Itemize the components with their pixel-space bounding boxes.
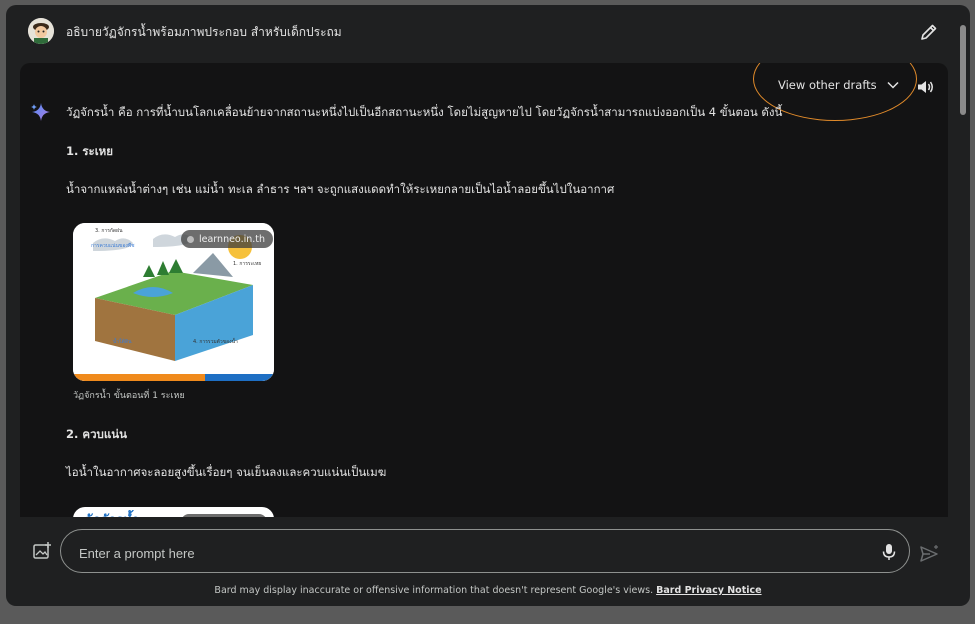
privacy-notice-link[interactable]: Bard Privacy Notice — [656, 585, 761, 596]
step2-text: ไอน้ำในอากาศจะลอยสูงขึ้นเรื่อยๆ จนเย็นลง… — [66, 465, 387, 479]
input-area — [6, 523, 970, 583]
scrollbar[interactable] — [960, 25, 966, 115]
step1-text: น้ำจากแหล่งน้ำต่างๆ เช่น แม่น้ำ ทะเล ลำธ… — [66, 182, 615, 196]
image-label: 1. การระเหย — [233, 261, 261, 267]
bard-window: อธิบายวัฏจักรน้ำพร้อมภาพประกอบ สำหรับเด็… — [6, 5, 970, 606]
speaker-icon[interactable] — [915, 77, 935, 97]
top-bar: อธิบายวัฏจักรน้ำพร้อมภาพประกอบ สำหรับเด็… — [6, 5, 970, 59]
globe-icon — [187, 235, 194, 243]
send-icon[interactable] — [918, 543, 940, 565]
image-label: 3. การกัดฝน — [95, 228, 123, 234]
avatar-icon[interactable] — [28, 18, 54, 44]
image-caption: วัฏจักรน้ำ ขั้นตอนที่ 1 ระเหย — [73, 391, 185, 401]
water-cycle-image-2[interactable]: วัฏจักรน้ำ — [73, 507, 274, 517]
image2-title: วัฏจักรน้ำ — [83, 509, 138, 517]
step2-heading: 2. ควบแน่น — [66, 427, 127, 441]
view-other-drafts-label: View other drafts — [778, 78, 877, 92]
response-panel: View other drafts วัฏจักรน้ำ คือ การที่น… — [20, 63, 948, 517]
disclaimer-footer: Bard may display inaccurate or offensive… — [6, 585, 970, 596]
image-source-label: learnneo.in.th — [199, 233, 266, 245]
response-intro: วัฏจักรน้ำ คือ การที่น้ำบนโลกเคลื่อนย้าย… — [66, 105, 783, 119]
chat-title: อธิบายวัฏจักรน้ำพร้อมภาพประกอบ สำหรับเด็… — [66, 25, 342, 39]
chevron-down-icon — [887, 78, 899, 92]
microphone-icon[interactable] — [879, 542, 899, 562]
image-label: การควบแน่นของพืช — [91, 242, 135, 249]
image-upload-icon[interactable] — [32, 541, 52, 561]
image-source-chip[interactable] — [181, 514, 267, 517]
step1-heading: 1. ระเหย — [66, 144, 113, 158]
water-cycle-image-1[interactable]: 3. การกัดฝน การควบแน่นของพืช 1. การระเหย… — [73, 223, 274, 381]
view-other-drafts-button[interactable]: View other drafts — [778, 75, 899, 95]
prompt-box — [60, 529, 910, 573]
image-source-chip[interactable]: learnneo.in.th — [181, 230, 274, 248]
pencil-icon[interactable] — [918, 21, 940, 43]
prompt-input[interactable] — [77, 540, 861, 566]
disclaimer-text: Bard may display inaccurate or offensive… — [214, 585, 654, 596]
bard-sparkle-icon — [30, 101, 52, 123]
